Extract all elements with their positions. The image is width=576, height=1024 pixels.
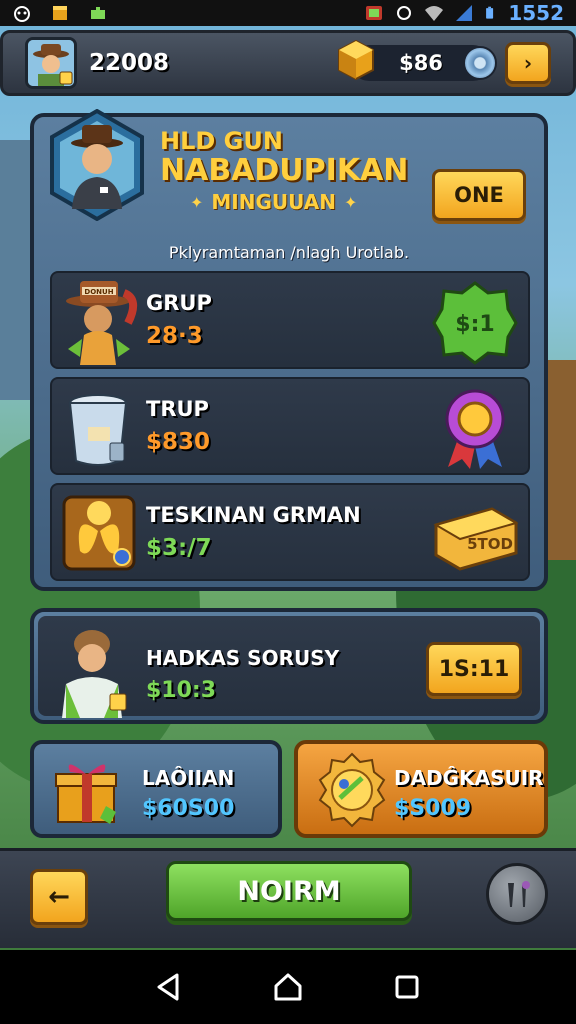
card-bonus[interactable]: DADĜKASUIR $S009 (294, 740, 548, 838)
box-icon (53, 6, 67, 20)
battery-saver-icon (366, 6, 383, 20)
card-price: $S009 (394, 796, 472, 821)
chest-label: 5TOD (467, 535, 513, 553)
shop-item-grup[interactable]: DONUH GRUP 28·3 $:1 (50, 271, 530, 369)
gold-medal-icon (318, 752, 386, 828)
card-price: $60S00 (142, 796, 235, 821)
shop-item-trup[interactable]: TRUP $830 (50, 377, 530, 475)
home-icon (274, 973, 302, 1001)
offer-title-block: HLD GUN NABADUPIKAN ✦ MINGUUAN ✦ (160, 127, 410, 214)
gold-gift-icon (62, 495, 136, 571)
alien-icon (14, 6, 30, 22)
tools-icon (508, 881, 530, 907)
offer-title-line1: HLD GUN (160, 127, 283, 155)
gold-chest-icon[interactable]: 5TOD (432, 491, 518, 577)
system-nav-bar (0, 950, 576, 1024)
offer-price: $10:3 (146, 678, 217, 703)
game-screen: 1552 22008 $86 › HLD GUN NABADUPIKAN ✦ M… (0, 0, 576, 1024)
item-name: GRUP (146, 291, 212, 315)
signal-icon (456, 5, 473, 21)
expand-button[interactable]: › (505, 42, 551, 84)
medal-ribbon-icon[interactable] (432, 385, 518, 471)
shop-item-teskinan-grman[interactable]: TESKINAN GRMAN $3:/7 5TOD (50, 483, 530, 581)
currency-pill: $86 (338, 39, 497, 81)
square-recents-icon (395, 975, 419, 999)
wifi-icon (425, 6, 444, 21)
hat-label: DONUH (84, 288, 113, 296)
confirm-button[interactable]: NOIRM (166, 861, 412, 921)
star-icon: ✦ (344, 192, 358, 212)
battery-icon (486, 6, 494, 19)
status-right: 1552 (364, 1, 564, 25)
action-bar: ← NOIRM (0, 848, 576, 948)
offer-title-line2: NABADUPIKAN (160, 153, 409, 188)
farmer-character-icon (62, 630, 127, 718)
hero-portrait-icon (50, 109, 144, 221)
arrow-left-icon: ← (48, 882, 70, 912)
currency-value: $86 (399, 51, 443, 75)
green-badge-icon[interactable]: $:1 (432, 279, 518, 365)
cowboy-avatar-icon (28, 40, 74, 86)
status-bar: 1552 (0, 0, 576, 26)
clock-time: 1552 (508, 1, 564, 25)
shop-panel: HLD GUN NABADUPIKAN ✦ MINGUUAN ✦ ONE Pkl… (30, 109, 548, 591)
one-button[interactable]: ONE (432, 169, 526, 221)
item-price: $830 (146, 429, 211, 455)
item-name: TESKINAN GRMAN (146, 503, 361, 527)
gold-cube-icon (338, 39, 374, 81)
bucket-icon (68, 394, 128, 466)
card-name: LAÔIIAN (142, 766, 235, 790)
offer-subtitle: MINGUUAN (211, 190, 336, 214)
puzzle-icon (91, 7, 105, 19)
nav-home-button[interactable] (268, 967, 308, 1007)
score-value: 22008 (89, 50, 170, 76)
reward-label: $:1 (455, 312, 494, 337)
back-button[interactable]: ← (30, 869, 88, 925)
item-price: $3:/7 (146, 535, 212, 561)
player-avatar[interactable] (25, 37, 77, 89)
offer-subtitle-row: ✦ MINGUUAN ✦ (190, 190, 410, 214)
offer-buy-button[interactable]: 1S:11 (426, 642, 522, 696)
special-offer-panel[interactable]: HADKAS SORUSY $10:3 1S:11 (30, 608, 548, 724)
sync-icon (397, 6, 412, 20)
offer-description: Pklyramtaman /nlagh Urotlab. (168, 243, 410, 262)
item-price: 28·3 (146, 323, 203, 349)
gem-coin-icon (463, 46, 497, 80)
nav-recents-button[interactable] (387, 967, 427, 1007)
star-icon: ✦ (190, 192, 204, 212)
card-name: DADĜKASUIR (394, 766, 544, 790)
special-offer-inner: HADKAS SORUSY $10:3 1S:11 (38, 616, 540, 718)
nav-back-button[interactable] (149, 967, 189, 1007)
card-gift[interactable]: LAÔIIAN $60S00 (30, 740, 282, 838)
triangle-back-icon (157, 973, 179, 1001)
tools-button[interactable] (486, 863, 548, 925)
item-name: TRUP (146, 397, 209, 421)
gift-box-icon (55, 764, 117, 824)
top-bar: 22008 $86 › (0, 30, 576, 96)
chevron-right-icon: › (523, 51, 533, 75)
cowboy-character-icon: DONUH (66, 281, 138, 365)
offer-name: HADKAS SORUSY (146, 646, 340, 670)
